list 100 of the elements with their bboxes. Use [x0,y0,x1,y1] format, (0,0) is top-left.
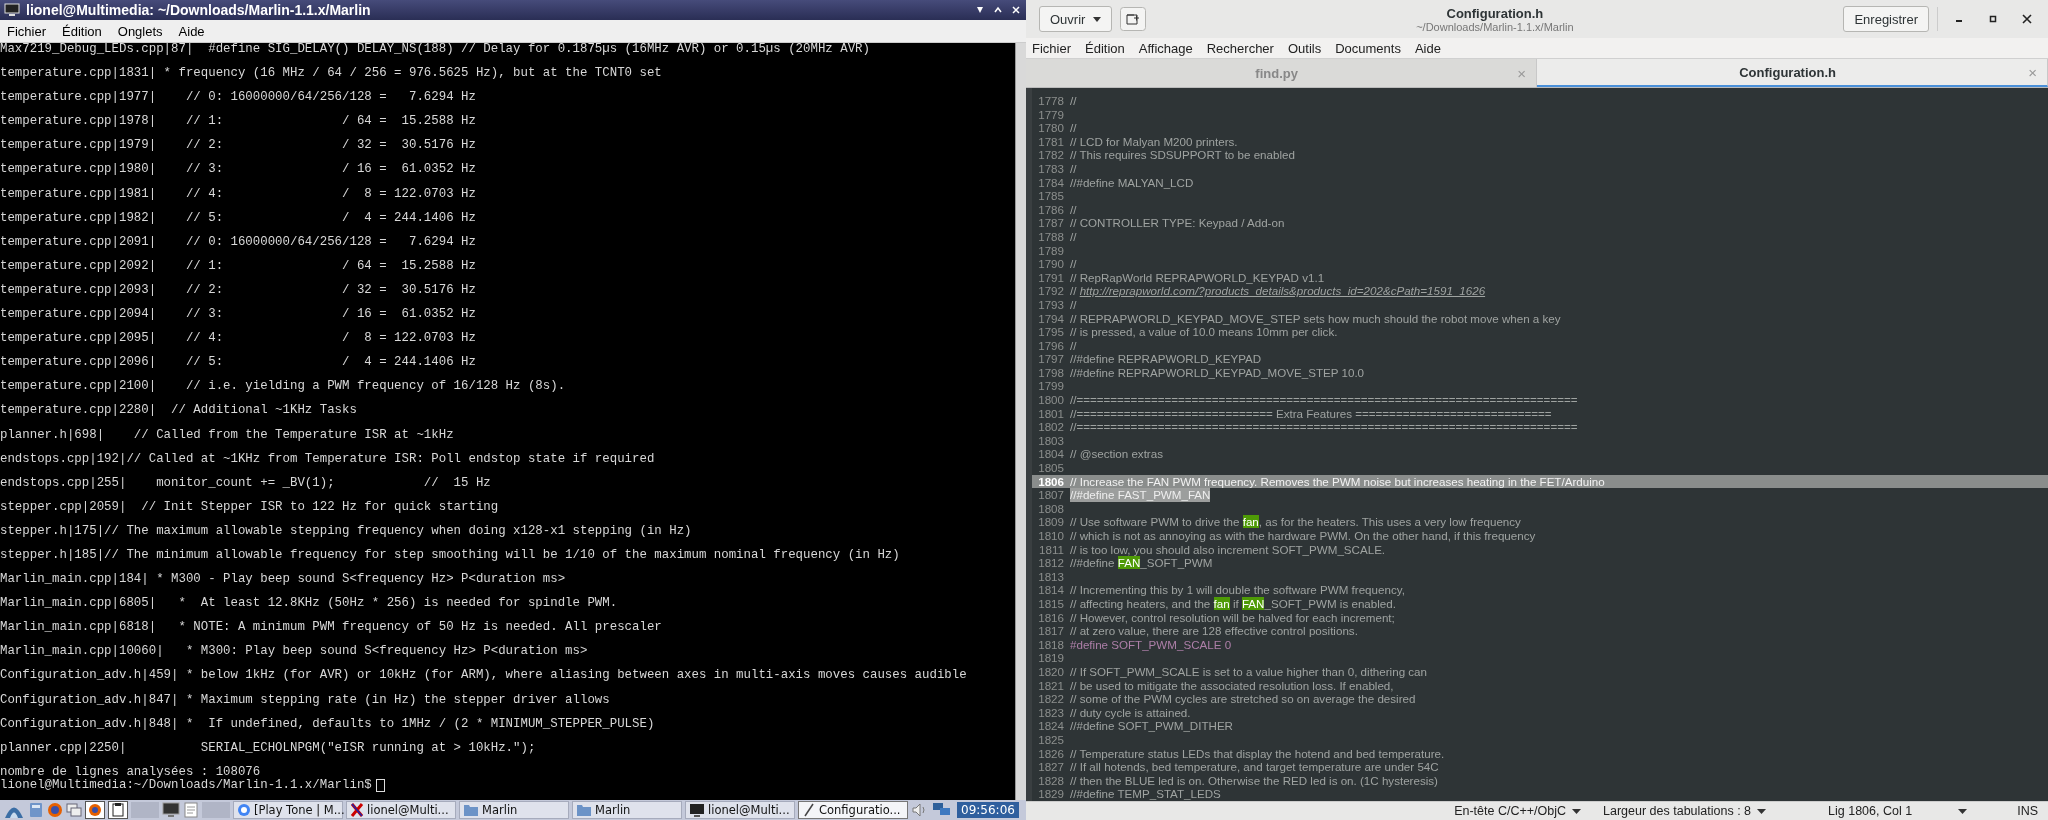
line-number: 1803 [1037,433,1065,448]
line-number: 1791 [1037,270,1065,285]
line-number: 1785 [1037,189,1065,203]
search-match: FAN [1241,596,1265,610]
menu-item[interactable]: Édition [1085,40,1125,56]
close-icon[interactable] [1010,4,1022,16]
language-dropdown[interactable]: En-tête C/C++/ObjC [1454,804,1567,818]
menu-item[interactable]: Aide [178,23,205,39]
code-comment: , as for the heaters. This uses a very low frequency [1258,515,1521,529]
clock: 09:56:06 [957,802,1019,818]
line-number: 1828 [1037,773,1065,788]
menu-item[interactable]: Rechercher [1206,40,1274,56]
tab-width-dropdown[interactable]: Largeur des tabulations : 8 [1603,804,1752,818]
caret-icon[interactable] [1093,16,1102,22]
new-tab-icon[interactable] [1120,7,1147,31]
menu-item[interactable]: Fichier [1032,40,1071,56]
taskbar-item[interactable]: [Play Tone | M... [233,801,343,819]
code-comment: // This requires SDSUPPORT to be enabled [1070,148,1295,162]
menu-item[interactable]: Outils [1287,40,1322,56]
line-number: 1784 [1037,175,1065,190]
file-tab[interactable]: Configuration.h × [1537,59,2048,87]
caret-icon[interactable] [1958,808,1968,814]
window-title: lionel@Multimedia: ~/Downloads/Marlin-1.1.x/Marlin [26,2,372,18]
code-comment: // However, control resolution will be halved for each increment; [1070,610,1395,624]
code-comment: // [1070,297,1077,311]
taskbar-item[interactable]: lionel@Multi... [346,801,456,819]
line-number: 1820 [1037,664,1065,679]
code-comment: // Use software PWM to drive the [1070,515,1241,529]
terminal-line: temperature.cpp|2096| // 5: / 4 = 244.1406 Hz [0,356,477,369]
terminal-line: Marlin_main.cpp|6818| * NOTE: A minimum PWM frequency of 50 Hz is needed. All prescaler [0,621,663,634]
line-number: 1801 [1037,406,1065,421]
terminal-line: stepper.h|185|// The minimum allowable frequency for step smoothing will be 1/10 of the maximum nominal frequency (in Hz) [0,548,901,561]
terminal-line: planner.cpp|2250| SERIAL_ECHOLNPGM("eISR running at > 10kHz."); [0,741,537,754]
terminal-line: endstops.cpp|255| monitor_count += _BV(1); // 15 Hz [0,476,492,489]
menu-item[interactable]: Documents [1335,40,1401,56]
windows-icon[interactable] [66,802,82,818]
taskbar-item[interactable]: Marlin [572,801,682,819]
terminal-line: Marlin_main.cpp|10060| * M300: Play beep sound S<frequency Hz> P<duration ms> [0,645,589,658]
code-comment: //#define SOFT_PWM_DITHER [1070,719,1233,733]
cursor-position[interactable]: Lig 1806, Col 1 [1828,804,1913,818]
menu-item[interactable]: Édition [62,23,102,39]
code-comment: //========================================================================== [1070,420,1578,434]
line-number: 1800 [1037,393,1065,407]
terminal-icon [4,3,20,17]
scrollbar[interactable] [1015,43,1026,800]
line-number: 1821 [1037,678,1065,693]
line-number: 1817 [1037,624,1065,638]
terminal-icon [689,803,705,817]
code-comment: // Temperature status LEDs that display the hotend and bed temperature. [1070,746,1445,760]
terminal-line: Marlin_main.cpp|184| * M300 - Play beep sound S<frequency Hz> P<duration ms> [0,573,567,586]
browser-icon [237,803,251,817]
menu-item[interactable]: Onglets [117,23,163,39]
line-number: 1787 [1037,216,1065,230]
taskbar-item[interactable]: Marlin [459,801,569,819]
line-number: 1804 [1037,447,1065,462]
line-number: 1827 [1037,760,1065,774]
code-comment: // some of the PWM cycles are stretched so on average the desired [1070,692,1416,706]
insert-mode: INS [2017,804,2038,818]
text-cursor [375,778,385,792]
code-comment: //============================= Extra Features ============================= [1070,406,1552,420]
pen-icon [802,803,816,817]
caret-icon[interactable] [1757,808,1767,814]
line-number: 1796 [1037,338,1065,353]
line-number: 1826 [1037,746,1065,761]
terminal-line: temperature.cpp|1978| // 1: / 64 = 15.2588 Hz [0,115,477,128]
terminal-line: Configuration_adv.h|848| * If undefined, defaults to 1MHz / (2 * MINIMUM_STEPPER_PULSE) [0,717,656,730]
line-number: 1786 [1037,202,1065,217]
clipboard-icon[interactable] [108,801,128,819]
close-icon[interactable] [2022,14,2032,24]
open-button[interactable]: Ouvrir [1039,6,1113,32]
menu-item[interactable]: Aide [1414,40,1441,56]
menu-item[interactable]: Fichier [7,23,46,39]
line-number: 1806 [1037,474,1065,489]
search-match: fan [1242,515,1259,529]
code-comment: //#define REPRAPWORLD_KEYPAD_MOVE_STEP 10.0 [1070,365,1365,379]
line-number: 1792 [1037,284,1065,298]
code-comment: _SOFT_PWM is enabled. [1264,596,1396,610]
terminal-line: Marlin_main.cpp|6805| * At least 12.8KHz (50Hz * 256) is needed for spindle PWM. [0,597,619,610]
code-comment: //#define FAST_PWM_FAN [1070,488,1211,502]
terminal-line: stepper.h|175|// The maximum allowable stepping frequency when doing x128-x1 stepping (in Hz) [0,524,693,537]
save-button[interactable]: Enregistrer [1843,6,1929,32]
code-comment: //#define REPRAPWORLD_KEYPAD [1070,352,1262,366]
taskbar-item[interactable]: lionel@Multi... [685,801,795,819]
code-comment: // affecting heaters, and the [1070,596,1212,610]
taskbar-item[interactable]: Configuratio... [798,801,908,819]
terminal-line: temperature.cpp|2280| // Additional ~1KHz Tasks [0,404,358,417]
maximize-icon[interactable] [1988,14,1998,24]
browser-icon[interactable] [85,801,105,819]
code-link[interactable]: http://reprapworld.com/?products_details&products_id=202&cPath=1591_1626 [1079,284,1486,298]
monitor-icon[interactable] [162,802,180,818]
browser-icon[interactable] [47,802,63,818]
terminal-line: nombre de lignes analysées : 108076 [0,765,261,779]
code-comment: // be used to mitigate the associated resolution loss. If enabled, [1070,678,1394,692]
caret-icon[interactable] [1572,808,1582,814]
search-match: fan [1213,596,1230,610]
terminal-line: Configuration_adv.h|847| * Maximum stepping rate (in Hz) the stepper driver allows [0,693,611,706]
line-number: 1798 [1037,365,1065,380]
terminal-line: Configuration_adv.h|459| * below 1kHz (for AVR) or 10kHz (for ARM), where aliasing between axes in multi-axis moves causes audible [0,669,968,682]
network-icon[interactable] [932,802,952,818]
menu-item[interactable]: Affichage [1138,40,1193,56]
